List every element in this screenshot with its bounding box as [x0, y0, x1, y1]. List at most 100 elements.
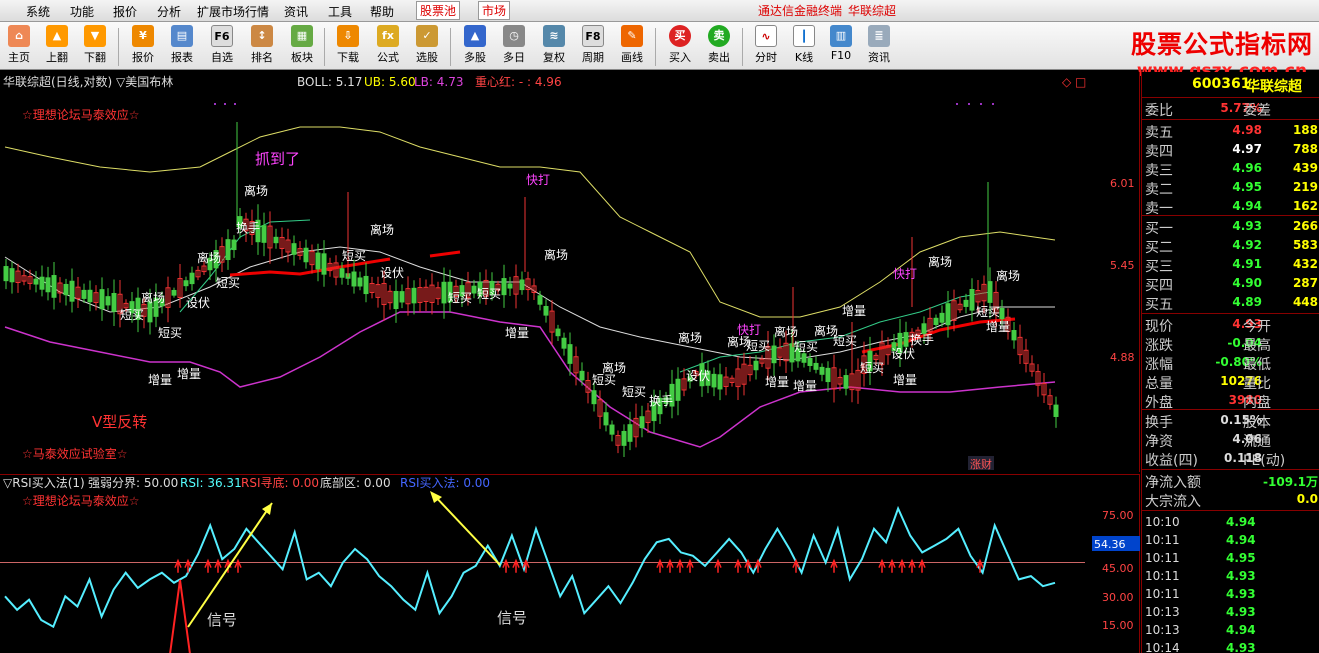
- draw-line-button[interactable]: ✎ 画线: [613, 25, 651, 69]
- tick-price: 4.94: [1226, 533, 1256, 547]
- candle-body: [399, 291, 405, 303]
- candle-body: [321, 253, 327, 275]
- watermark-top: ☆理想论坛马泰效应☆: [22, 107, 140, 122]
- signal-annotation: 离场: [774, 324, 798, 339]
- stat-row: 现价 4.93 今开: [1142, 316, 1319, 335]
- sell-button[interactable]: 卖卖出: [700, 25, 738, 69]
- f10-button[interactable]: ▥ F10: [822, 25, 860, 69]
- signal-label-2: 信号: [497, 609, 527, 627]
- toolbar: ⌂ 主页 ▲ 上翻 ▼ 下翻 ¥ 报价 ▤ 报表 F6 自选 ↕ 排名 ▦ 板块 ⇩ 下载 fx 公…: [0, 22, 1319, 81]
- candle-body: [171, 289, 177, 296]
- tick-time: 10:13: [1145, 623, 1180, 637]
- news-label: 资讯: [868, 51, 890, 64]
- candle-body: [567, 344, 573, 364]
- bid-label: 买四: [1145, 278, 1173, 294]
- candle-body: [99, 289, 105, 310]
- signal-annotation: 离场: [678, 330, 702, 345]
- sell-icon: 卖: [708, 25, 730, 47]
- stat-label-2: PE(动): [1243, 453, 1286, 469]
- candle-body: [711, 373, 717, 388]
- page-up-button[interactable]: ▲ 上翻: [38, 25, 76, 69]
- candle-body: [999, 308, 1005, 320]
- annotation-arrow: [431, 492, 501, 566]
- kline-button[interactable]: ┃ K线: [785, 25, 823, 69]
- net-inflow-row: 净流入额 -109.1万: [1142, 472, 1319, 491]
- multi-stock-button[interactable]: ▲ 多股: [456, 25, 494, 69]
- dot-marker: [214, 103, 216, 105]
- quote-button[interactable]: ¥ 报价: [124, 25, 162, 69]
- signal-annotation: 离场: [244, 183, 268, 198]
- page-down-label: 下翻: [84, 51, 106, 64]
- main-kline-chart[interactable]: 华联综超(日线,对数) ▽美国布林 BOLL: 5.17 UB: 5.60 LB…: [0, 72, 1140, 472]
- candle-body: [339, 268, 345, 278]
- home-button[interactable]: ⌂ 主页: [0, 25, 38, 69]
- stat-label: 收益(四): [1145, 453, 1198, 469]
- ask-value: 4.94: [1232, 199, 1262, 213]
- stat-row: 净资 4.06 流通: [1142, 431, 1319, 450]
- candle-body: [45, 277, 51, 293]
- candle-body: [393, 290, 399, 310]
- candle-body: [813, 362, 819, 370]
- menu-info[interactable]: 资讯: [284, 3, 308, 20]
- buy-button[interactable]: 买买入: [661, 25, 699, 69]
- formula-button[interactable]: fx 公式: [369, 25, 407, 69]
- ask-volume: 162: [1292, 199, 1318, 213]
- candle-body: [555, 328, 561, 337]
- menu-tools[interactable]: 工具: [328, 3, 352, 20]
- adjust-button[interactable]: ≋ 复权: [535, 25, 573, 69]
- stat-label-2: 最低: [1243, 357, 1271, 373]
- diamond-icon[interactable]: ◇ □: [1062, 75, 1086, 89]
- dot-marker: [234, 103, 236, 105]
- page-down-button[interactable]: ▼ 下翻: [76, 25, 114, 69]
- candle-body: [273, 236, 279, 244]
- menu-quote[interactable]: 报价: [113, 3, 137, 20]
- stock-picker-button[interactable]: ✓ 选股: [408, 25, 446, 69]
- menu-system[interactable]: 系统: [26, 3, 50, 20]
- candle-body: [933, 317, 939, 326]
- clock-icon: ◷: [503, 25, 525, 47]
- candle-body: [291, 243, 297, 255]
- watchlist-button[interactable]: F6 自选: [203, 25, 241, 69]
- ranking-button[interactable]: ↕ 排名: [243, 25, 281, 69]
- download-button[interactable]: ⇩ 下载: [329, 25, 367, 69]
- signal-annotation: 短买: [120, 308, 144, 322]
- rsi-axis-15: 15.00: [1102, 619, 1134, 632]
- menu-help[interactable]: 帮助: [370, 3, 394, 20]
- menu-analysis[interactable]: 分析: [157, 3, 181, 20]
- tab-stockpool[interactable]: 股票池: [416, 1, 461, 20]
- candle-body: [939, 312, 945, 323]
- intraday-button[interactable]: ∿ 分时: [747, 25, 785, 69]
- tab-market[interactable]: 市场: [478, 1, 511, 20]
- menu-ext-market[interactable]: 扩展市场行情: [197, 3, 269, 20]
- candle-body: [225, 239, 231, 261]
- divider: [1142, 469, 1319, 470]
- tick-row: 10:11 4.93: [1142, 568, 1319, 586]
- candle-body: [753, 360, 759, 371]
- bottom-zone: 底部区: 0.00: [320, 475, 391, 490]
- stat-row: 涨幅 -0.80% 最低: [1142, 354, 1319, 373]
- download-label: 下载: [337, 51, 359, 64]
- candle-body: [261, 225, 267, 243]
- tick-price: 4.95: [1226, 551, 1256, 565]
- candle-body: [81, 289, 87, 299]
- multi-day-button[interactable]: ◷ 多日: [495, 25, 533, 69]
- period-button[interactable]: F8 周期: [574, 25, 612, 69]
- news-button[interactable]: ≣ 资讯: [860, 25, 898, 69]
- divider: [1142, 215, 1319, 216]
- signal-annotation: 增量: [893, 373, 917, 387]
- bid-label: 买一: [1145, 221, 1173, 237]
- signal-annotation: 换手: [910, 333, 934, 347]
- menu-function[interactable]: 功能: [70, 3, 94, 20]
- chart-title: 华联综超(日线,对数) ▽美国布林: [3, 74, 173, 89]
- candle-body: [51, 275, 57, 298]
- bid-volume: 583: [1292, 238, 1318, 252]
- report-button[interactable]: ▤ 报表: [163, 25, 201, 69]
- rsi-subchart[interactable]: ▽RSI买入法(1) 强弱分界: 50.00 RSI: 36.31 RSI寻底:…: [0, 474, 1140, 653]
- rsi-header: ▽RSI买入法(1): [3, 476, 85, 490]
- bid-volume: 287: [1292, 276, 1318, 290]
- brand-title: 股票公式指标网: [1130, 30, 1313, 59]
- annotation-v-reversal: V型反转: [92, 413, 147, 431]
- sector-button[interactable]: ▦ 板块: [283, 25, 321, 69]
- stat-row: 外盘 3980 内盘: [1142, 392, 1319, 411]
- ask-label: 卖五: [1145, 125, 1173, 141]
